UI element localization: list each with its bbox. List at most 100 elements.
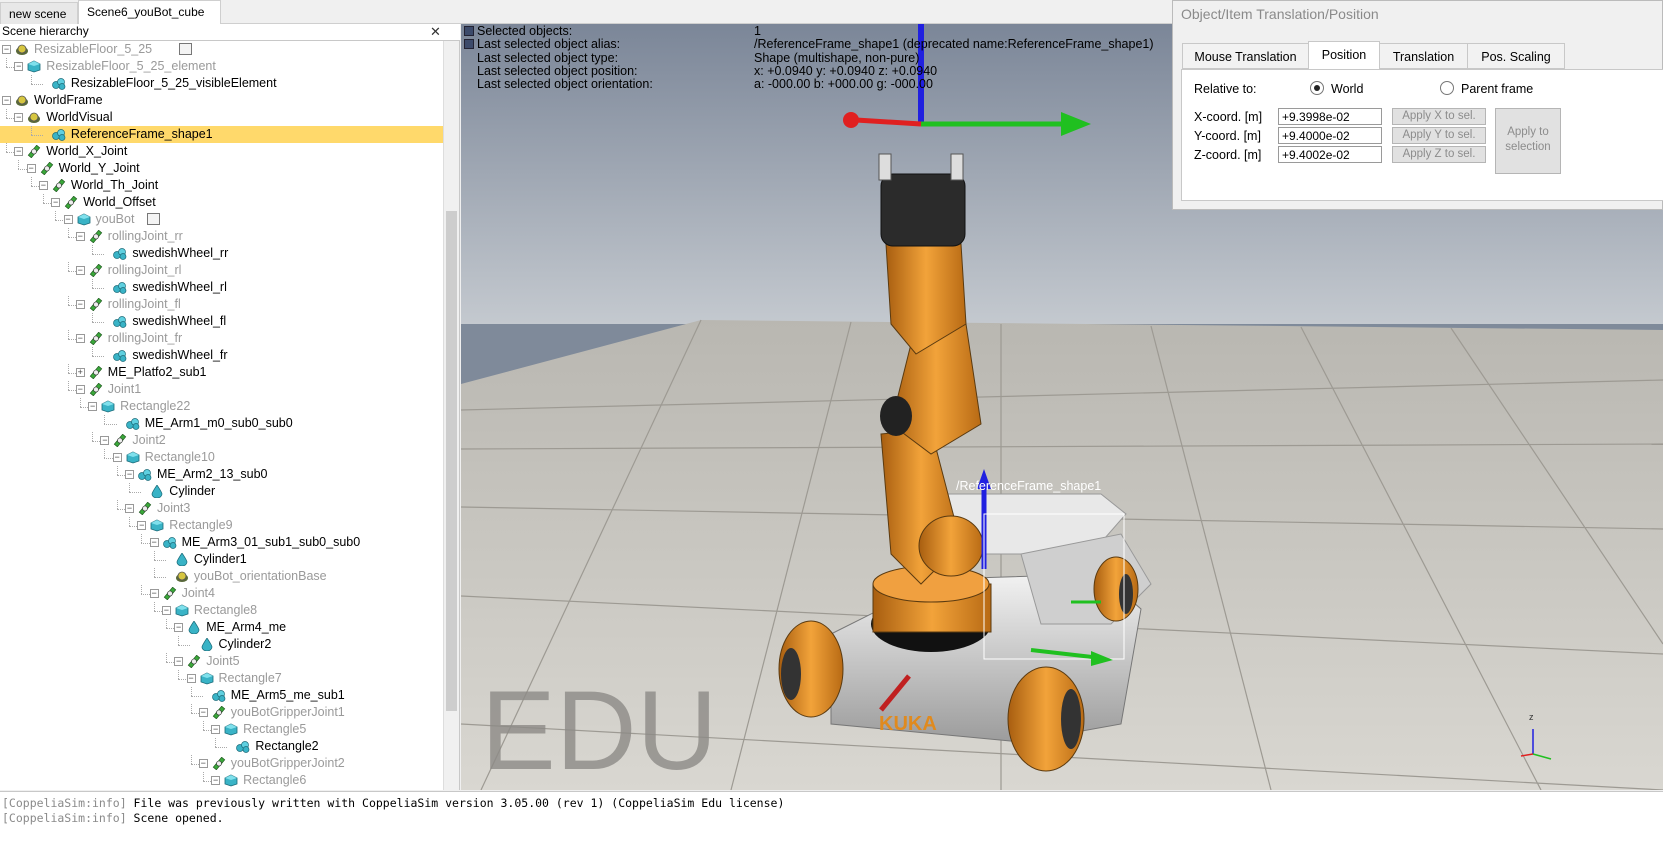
collapse-icon[interactable]: − xyxy=(174,623,184,632)
radio-parent-frame[interactable] xyxy=(1440,81,1454,95)
apply-to-selection-button[interactable]: Apply to selection xyxy=(1495,108,1561,174)
tree-row[interactable]: − World_Th_Joint xyxy=(0,177,443,194)
collapse-icon[interactable]: − xyxy=(51,198,61,207)
y-coord-field[interactable]: +9.4000e-02 xyxy=(1278,127,1382,144)
tree-row[interactable]: ResizableFloor_5_25_visibleElement xyxy=(0,75,443,92)
tree-row[interactable]: − Joint1 xyxy=(0,381,443,398)
status-console[interactable]: [CoppeliaSim:info] File was previously w… xyxy=(0,791,1663,867)
collapse-icon[interactable]: − xyxy=(211,776,221,785)
collapse-icon[interactable]: − xyxy=(14,62,24,71)
collapse-icon[interactable]: − xyxy=(186,674,196,683)
tab-new-scene[interactable]: new scene xyxy=(0,2,78,24)
collapse-icon[interactable]: − xyxy=(161,606,171,615)
collapse-icon[interactable]: − xyxy=(149,589,159,598)
collapse-icon[interactable]: − xyxy=(75,266,85,275)
tab-translation[interactable]: Translation xyxy=(1379,43,1468,69)
collapse-icon[interactable]: − xyxy=(88,402,98,411)
tree-row[interactable]: − Joint4 xyxy=(0,585,443,602)
tree-row[interactable]: − Joint3 xyxy=(0,500,443,517)
collapse-icon[interactable]: − xyxy=(38,181,48,190)
tree-row[interactable]: − World_X_Joint xyxy=(0,143,443,160)
tree-row[interactable]: + ME_Platfo2_sub1 xyxy=(0,364,443,381)
hierarchy-scrollbar[interactable] xyxy=(443,41,459,790)
collapse-icon[interactable]: − xyxy=(2,45,11,54)
tree-row[interactable]: − rollingJoint_fl xyxy=(0,296,443,313)
tree-row[interactable]: ME_Arm1_m0_sub0_sub0 xyxy=(0,415,443,432)
collapse-icon[interactable]: − xyxy=(14,147,24,156)
info-toggle-icon[interactable] xyxy=(464,39,474,50)
collapse-icon[interactable]: − xyxy=(137,521,147,530)
tree-row[interactable]: − rollingJoint_rr xyxy=(0,228,443,245)
tree-row[interactable]: − Rectangle5 xyxy=(0,721,443,738)
tree-row[interactable]: − youBotGripperJoint2 xyxy=(0,755,443,772)
collapse-icon[interactable]: − xyxy=(75,300,85,309)
tree-row[interactable]: Rectangle2 xyxy=(0,738,443,755)
collapse-icon[interactable]: − xyxy=(2,96,11,105)
model-properties-icon[interactable] xyxy=(146,213,160,225)
tree-row[interactable]: − ResizableFloor_5_25 xyxy=(0,41,443,58)
tree-row[interactable]: Cylinder xyxy=(0,483,443,500)
tree-row[interactable]: ME_Arm5_me_sub1 xyxy=(0,687,443,704)
tree-row[interactable]: swedishWheel_rl xyxy=(0,279,443,296)
tree-connector xyxy=(92,288,105,289)
apply-y-button[interactable]: Apply Y to sel. xyxy=(1392,127,1486,144)
tree-row[interactable]: ReferenceFrame_shape1 xyxy=(0,126,443,143)
tree-row[interactable]: − Joint2 xyxy=(0,432,443,449)
tree-row[interactable]: − Rectangle6 xyxy=(0,772,443,789)
apply-z-button[interactable]: Apply Z to sel. xyxy=(1392,146,1486,163)
close-icon[interactable]: ✕ xyxy=(430,24,442,40)
collapse-icon[interactable]: − xyxy=(75,232,85,241)
tree-row[interactable]: − youBot xyxy=(0,211,443,228)
tree-row[interactable]: Cylinder1 xyxy=(0,551,443,568)
tree-row[interactable]: − youBotGripperJoint1 xyxy=(0,704,443,721)
radio-world[interactable] xyxy=(1310,81,1324,95)
collapse-icon[interactable]: − xyxy=(75,334,85,343)
tree-row[interactable]: swedishWheel_fl xyxy=(0,313,443,330)
x-coord-field[interactable]: +9.3998e-02 xyxy=(1278,108,1382,125)
tab-position[interactable]: Position xyxy=(1308,41,1380,70)
tree-row[interactable]: − WorldVisual xyxy=(0,109,443,126)
tree-row[interactable]: − Rectangle7 xyxy=(0,670,443,687)
tree-row[interactable]: − rollingJoint_fr xyxy=(0,330,443,347)
collapse-icon[interactable]: − xyxy=(63,215,73,224)
tab-mouse-translation[interactable]: Mouse Translation xyxy=(1182,43,1309,69)
collapse-icon[interactable]: − xyxy=(100,436,110,445)
collapse-icon[interactable]: − xyxy=(198,759,208,768)
tree-row[interactable]: − Rectangle22 xyxy=(0,398,443,415)
tree-row[interactable]: − World_Y_Joint xyxy=(0,160,443,177)
collapse-icon[interactable]: − xyxy=(14,113,24,122)
tree-row[interactable]: − Rectangle9 xyxy=(0,517,443,534)
tab-pos-scaling[interactable]: Pos. Scaling xyxy=(1467,43,1565,69)
tree-row[interactable]: − rollingJoint_rl xyxy=(0,262,443,279)
tree-row[interactable]: − Rectangle10 xyxy=(0,449,443,466)
tree-row[interactable]: swedishWheel_fr xyxy=(0,347,443,364)
collapse-icon[interactable]: − xyxy=(198,708,208,717)
collapse-icon[interactable]: − xyxy=(75,385,85,394)
tree-row[interactable]: swedishWheel_rr xyxy=(0,245,443,262)
collapse-icon[interactable]: − xyxy=(125,504,134,513)
tree-row[interactable]: youBot_orientationBase xyxy=(0,568,443,585)
tree-row[interactable]: Cylinder2 xyxy=(0,636,443,653)
collapse-icon[interactable]: − xyxy=(125,470,134,479)
tree-item-label: ME_Arm4_me xyxy=(206,620,287,634)
z-coord-field[interactable]: +9.4002e-02 xyxy=(1278,146,1382,163)
tree-row[interactable]: − Joint5 xyxy=(0,653,443,670)
collapse-icon[interactable]: − xyxy=(211,725,221,734)
collapse-icon[interactable]: − xyxy=(112,453,122,462)
collapse-icon[interactable]: − xyxy=(149,538,159,547)
collapse-icon[interactable]: − xyxy=(174,657,184,666)
tree-row[interactable]: − WorldFrame xyxy=(0,92,443,109)
tree-row[interactable]: − ME_Arm4_me xyxy=(0,619,443,636)
tree-row[interactable]: − World_Offset xyxy=(0,194,443,211)
tab-scene6-youbot-cube[interactable]: Scene6_youBot_cube xyxy=(78,0,221,25)
expand-icon[interactable]: + xyxy=(75,368,85,377)
collapse-icon[interactable]: − xyxy=(26,164,36,173)
tree-row[interactable]: − ME_Arm2_13_sub0 xyxy=(0,466,443,483)
tree-row[interactable]: − ResizableFloor_5_25_element xyxy=(0,58,443,75)
apply-x-button[interactable]: Apply X to sel. xyxy=(1392,108,1486,125)
scrollbar-thumb[interactable] xyxy=(446,211,457,711)
model-properties-icon[interactable] xyxy=(178,43,192,55)
tree-row[interactable]: − ME_Arm3_01_sub1_sub0_sub0 xyxy=(0,534,443,551)
collapse-info-icon[interactable] xyxy=(464,26,474,36)
tree-row[interactable]: − Rectangle8 xyxy=(0,602,443,619)
